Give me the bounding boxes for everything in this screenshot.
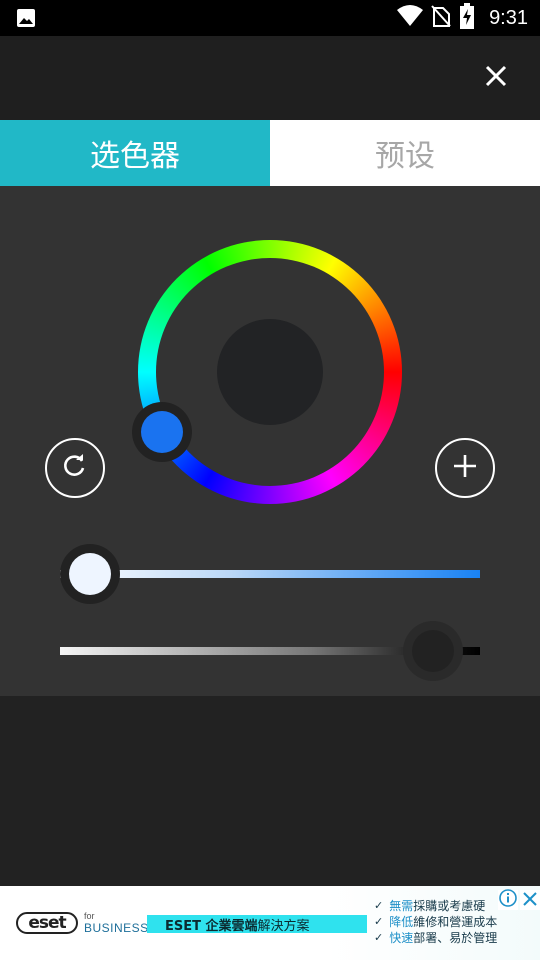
info-icon	[499, 889, 517, 911]
saturation-slider[interactable]	[60, 544, 480, 604]
ad-bullet: ✓ 快速部署、易於管理	[374, 931, 498, 945]
system-icons: 9:31	[397, 0, 528, 36]
battery-charging-icon	[459, 3, 475, 33]
tab-bar: 选色器 预设	[0, 120, 540, 186]
check-icon: ✓	[374, 899, 384, 912]
ad-banner[interactable]: eset for BUSINESS ESET 企業雲端 解決方案 ✓ 無需採購或…	[0, 886, 540, 960]
color-wheel[interactable]	[132, 240, 402, 504]
ad-info-button[interactable]	[498, 889, 518, 911]
top-bar	[0, 36, 540, 120]
saturation-track[interactable]	[60, 570, 480, 578]
color-picker-panel	[0, 186, 540, 696]
add-color-button[interactable]	[435, 438, 495, 498]
eset-logo: eset	[16, 912, 78, 934]
status-time: 9:31	[489, 6, 528, 29]
color-preview	[217, 319, 323, 425]
ad-headline: ESET 企業雲端 解決方案	[147, 915, 367, 934]
refresh-icon	[62, 453, 88, 483]
app-root: 9:31 选色器 预设 eset for BUSINESS ESET 企業雲端 …	[0, 0, 540, 960]
tab-presets[interactable]: 预设	[270, 120, 540, 186]
close-icon	[484, 64, 508, 92]
ad-close-button[interactable]	[520, 890, 540, 910]
reset-button[interactable]	[45, 438, 105, 498]
ad-bullets: ✓ 無需採購或考慮硬 ✓ 降低維修和營運成本 ✓ 快速部署、易於管理	[374, 898, 497, 946]
saturation-thumb-knob	[69, 553, 111, 595]
brightness-thumb-knob	[412, 630, 454, 672]
saturation-thumb[interactable]	[60, 544, 120, 604]
brightness-slider[interactable]	[60, 621, 480, 681]
tab-color-picker[interactable]: 选色器	[0, 120, 270, 186]
close-button[interactable]	[476, 58, 516, 98]
hue-handle-knob	[141, 411, 183, 453]
ad-for-text: for	[84, 911, 95, 921]
ad-headline-bold: ESET 企業雲端	[165, 918, 258, 934]
hue-handle[interactable]	[132, 402, 192, 462]
no-sim-icon	[431, 4, 451, 32]
ad-headline-light: 解決方案	[257, 918, 310, 934]
brightness-thumb[interactable]	[403, 621, 463, 681]
ad-bullet: ✓ 無需採購或考慮硬	[374, 899, 486, 913]
check-icon: ✓	[374, 915, 384, 928]
status-bar: 9:31	[0, 0, 540, 36]
ad-bullet: ✓ 降低維修和營運成本	[374, 915, 498, 929]
plus-icon	[452, 453, 478, 483]
image-icon	[16, 8, 36, 28]
check-icon: ✓	[374, 931, 384, 944]
close-icon	[523, 891, 537, 910]
wifi-icon	[397, 5, 424, 31]
ad-business-text: BUSINESS	[84, 921, 149, 935]
ad-controls	[498, 889, 540, 911]
ad-content[interactable]: eset for BUSINESS ESET 企業雲端 解決方案 ✓ 無需採購或…	[0, 886, 540, 960]
